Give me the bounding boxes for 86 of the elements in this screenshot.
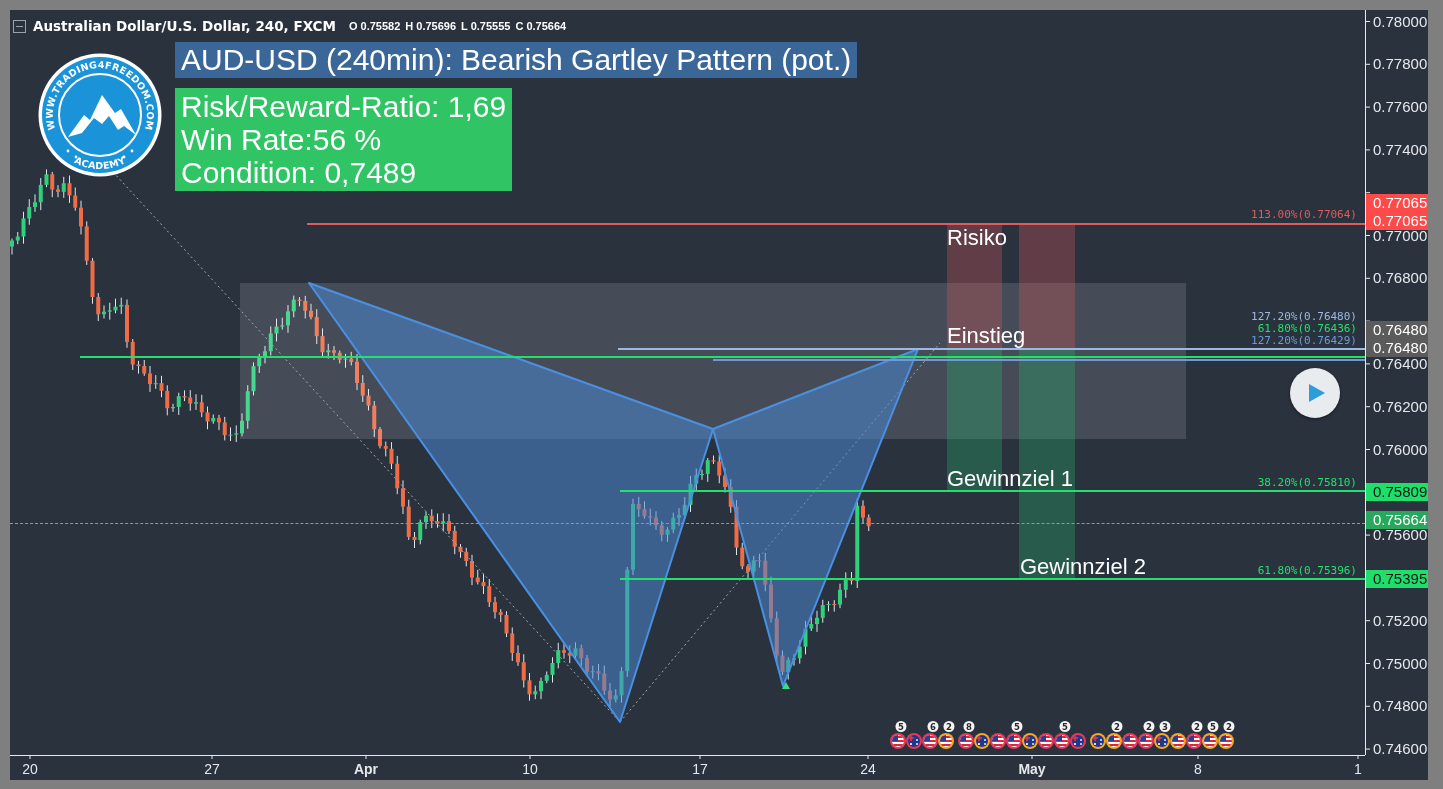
price-marker-label: 0.76480 [1366,339,1428,357]
australia-flag-icon[interactable] [1090,733,1106,749]
position-label: Risiko [947,227,1007,249]
level-label: 38.20%(0.75810) [1257,477,1357,489]
us-flag-icon[interactable] [1122,733,1138,749]
us-flag-icon[interactable] [1106,733,1122,749]
level-label: 61.80%(0.75396) [1257,565,1357,577]
price-tick-label: 0.77000 [1373,228,1428,243]
price-tick-label: 0.76000 [1373,442,1428,457]
price-tick-label: 0.74800 [1373,699,1428,714]
position-label: Gewinnziel 1 [947,468,1073,490]
stat-text: Risk/Reward-Ratio: 1,69 [181,90,507,123]
price-marker-label: 0.77065 [1366,212,1428,230]
ohlc-value: H 0.75696 [405,19,457,33]
play-icon [1309,384,1325,402]
up-triangle-icon [782,682,790,689]
price-tick-label: 0.75600 [1373,528,1428,543]
us-flag-icon[interactable] [958,733,974,749]
price-tick-label: 0.75200 [1373,613,1428,628]
time-axis-label: May [1018,762,1046,777]
event-count-badge: 5 [1011,721,1023,732]
event-count-badge: 2 [943,721,955,732]
time-axis-label: 17 [692,762,708,777]
time-axis-label: 10 [522,762,538,777]
us-flag-icon[interactable] [1186,733,1202,749]
time-axis-label: Apr [353,762,379,777]
us-flag-icon[interactable] [990,733,1006,749]
price-marker-label: 0.77065 [1366,194,1428,212]
symbol-title: Australian Dollar/U.S. Dollar, 240, FXCM [33,18,336,34]
level-label: 113.00%(0.77064) [1251,209,1357,221]
us-flag-icon[interactable] [1054,733,1070,749]
ohlc-value: C 0.75664 [515,19,567,33]
event-count-badge: 5 [895,721,907,732]
price-marker-label: 0.76480 [1366,321,1428,339]
time-axis-label: 27 [204,762,220,777]
australia-flag-icon[interactable] [906,733,922,749]
australia-flag-icon[interactable] [1022,733,1038,749]
us-flag-icon[interactable] [1170,733,1186,749]
price-tick-label: 0.76800 [1373,271,1428,286]
price-tick-label: 0.77400 [1373,142,1428,157]
price-tick-label: 0.77800 [1373,57,1428,72]
position-label: Gewinnziel 2 [1020,556,1146,578]
event-count-badge: 2 [1191,721,1203,732]
chart-title-banner: AUD-USD (240min): Bearish Gartley Pattern (pot.) [175,42,858,78]
level-label: 127.20%(0.76480) [1251,311,1357,323]
price-tick-label: 0.75000 [1373,656,1428,671]
time-axis-label: 20 [22,762,38,777]
ohlc-value: L 0.75555 [461,19,511,33]
price-marker-label: 0.75809 [1366,483,1428,501]
level-label: 127.20%(0.76429) [1251,335,1357,347]
price-marker-label: 0.75664 [1366,511,1428,529]
price-tick-label: 0.76200 [1373,399,1428,414]
us-flag-icon[interactable] [1138,733,1154,749]
us-flag-icon[interactable] [1218,733,1234,749]
event-count-badge: 2 [1111,721,1123,732]
collapse-icon[interactable] [13,19,26,33]
ohlc-value: O 0.75582 [348,19,401,33]
level-label: 61.80%(0.76436) [1257,323,1357,335]
stat-text: Condition: 0,7489 [181,156,418,189]
time-axis-label: 24 [860,762,876,777]
australia-flag-icon[interactable] [974,733,990,749]
event-count-badge: 2 [1143,721,1155,732]
us-flag-icon[interactable] [1038,733,1054,749]
event-count-badge: 2 [1223,721,1235,732]
australia-flag-icon[interactable] [1154,733,1170,749]
stat-text: Win Rate:56 % [181,123,383,156]
us-flag-icon[interactable] [1202,733,1218,749]
price-marker-label: 0.75395 [1366,570,1428,588]
event-count-badge: 6 [927,721,939,732]
event-count-badge: 8 [963,721,975,732]
us-flag-icon[interactable] [890,733,906,749]
australia-flag-icon[interactable] [1070,733,1086,749]
price-tick-label: 0.74600 [1373,742,1428,757]
us-flag-icon[interactable] [938,733,954,749]
us-flag-icon[interactable] [1006,733,1022,749]
price-tick-label: 0.78000 [1373,14,1428,29]
time-axis-label: 1 [1354,762,1362,777]
play-button[interactable] [1290,368,1340,418]
position-label: Einstieg [947,325,1026,347]
price-tick-label: 0.77600 [1373,100,1428,115]
event-count-badge: 3 [1159,721,1171,732]
time-axis-label: 8 [1194,762,1202,777]
price-tick-label: 0.76400 [1373,356,1428,371]
event-count-badge: 5 [1207,721,1219,732]
event-count-badge: 5 [1059,721,1071,732]
us-flag-icon[interactable] [922,733,938,749]
